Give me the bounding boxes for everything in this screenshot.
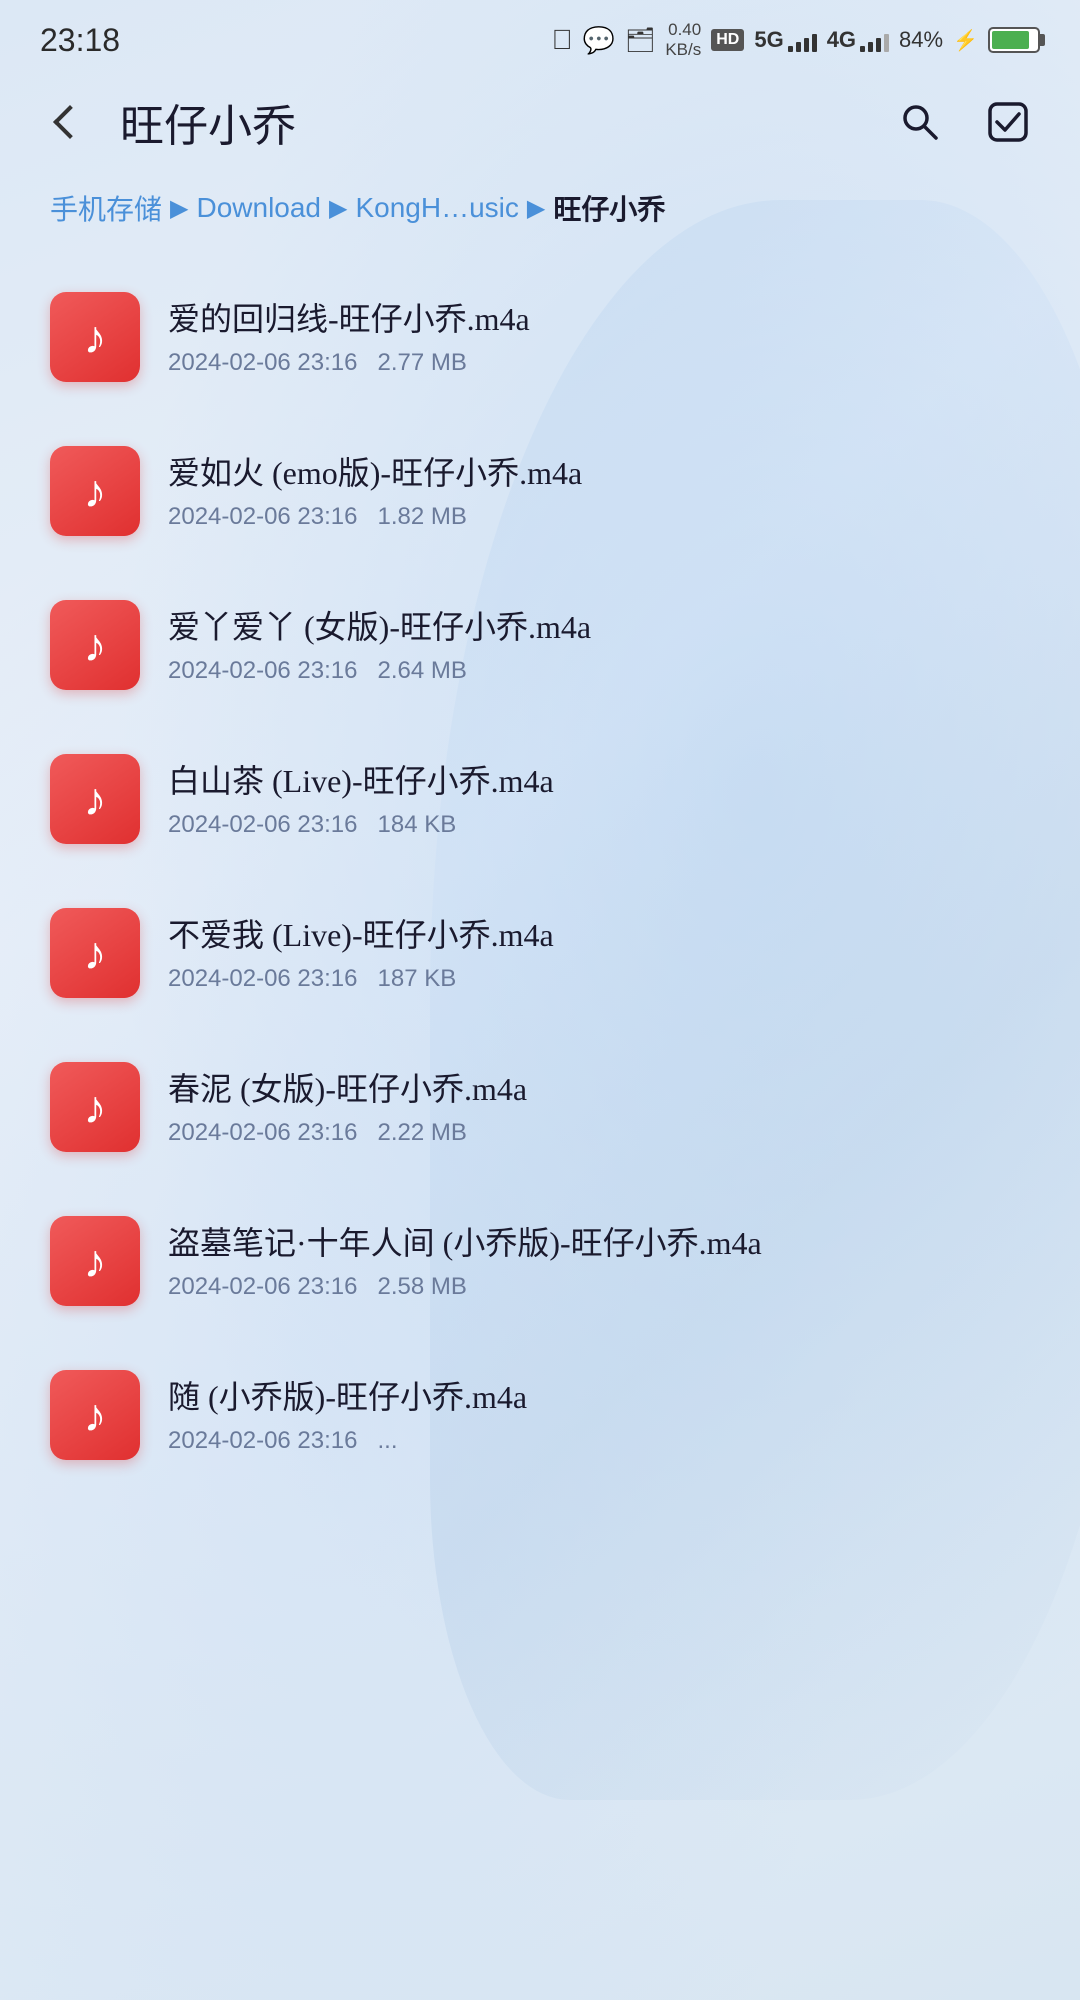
file-name: 不爱我 (Live)-旺仔小乔.m4a (168, 913, 1030, 958)
file-info: 随 (小乔版)-旺仔小乔.m4a 2024-02-06 23:16 ... (168, 1375, 1030, 1456)
file-item[interactable]: ♪ 爱丫爱丫 (女版)-旺仔小乔.m4a 2024-02-06 23:16 2.… (30, 572, 1050, 718)
search-button[interactable] (888, 90, 952, 154)
back-button[interactable] (40, 92, 100, 152)
file-icon: ♪ (50, 1370, 140, 1460)
file-info: 爱的回归线-旺仔小乔.m4a 2024-02-06 23:16 2.77 MB (168, 297, 1030, 378)
file-icon: ♪ (50, 1216, 140, 1306)
battery-percentage: 84% (899, 27, 943, 53)
file-item[interactable]: ♪ 爱如火 (emo版)-旺仔小乔.m4a 2024-02-06 23:16 1… (30, 418, 1050, 564)
file-item[interactable]: ♪ 随 (小乔版)-旺仔小乔.m4a 2024-02-06 23:16 ... (30, 1342, 1050, 1488)
5g-bars (788, 28, 817, 52)
breadcrumb-separator-2: ▶ (329, 194, 347, 223)
breadcrumb-current: 旺仔小乔 (553, 188, 665, 228)
file-icon: ♪ (50, 1062, 140, 1152)
file-icon: ♪ (50, 754, 140, 844)
music-note-icon: ♪ (84, 1080, 107, 1134)
file-meta: 2024-02-06 23:16 2.22 MB (168, 1119, 1030, 1147)
file-icon: ♪ (50, 908, 140, 998)
wechat-icon: 💬 (582, 25, 614, 56)
5g-signal: 5G (754, 27, 816, 53)
file-item[interactable]: ♪ 盗墓笔记·十年人间 (小乔版)-旺仔小乔.m4a 2024-02-06 23… (30, 1188, 1050, 1334)
music-note-icon: ♪ (84, 772, 107, 826)
battery-icon (988, 27, 1040, 53)
back-chevron-icon (53, 105, 87, 139)
file-name: 爱丫爱丫 (女版)-旺仔小乔.m4a (168, 605, 1030, 650)
file-meta: 2024-02-06 23:16 2.58 MB (168, 1273, 1030, 1301)
status-time: 23:18 (40, 22, 120, 59)
file-name: 随 (小乔版)-旺仔小乔.m4a (168, 1375, 1030, 1420)
header: 旺仔小乔 (0, 72, 1080, 172)
file-info: 爱丫爱丫 (女版)-旺仔小乔.m4a 2024-02-06 23:16 2.64… (168, 605, 1030, 686)
file-name: 白山茶 (Live)-旺仔小乔.m4a (168, 759, 1030, 804)
charging-icon: ⚡ (953, 28, 978, 53)
file-item[interactable]: ♪ 春泥 (女版)-旺仔小乔.m4a 2024-02-06 23:16 2.22… (30, 1034, 1050, 1180)
hd-badge: HD (711, 29, 744, 51)
music-note-icon: ♪ (84, 310, 107, 364)
page-title: 旺仔小乔 (120, 90, 888, 154)
file-meta: 2024-02-06 23:16 ... (168, 1427, 1030, 1455)
breadcrumb: 手机存储 ▶ Download ▶ KongH…usic ▶ 旺仔小乔 (0, 172, 1080, 244)
5g-label: 5G (754, 27, 783, 53)
file-info: 春泥 (女版)-旺仔小乔.m4a 2024-02-06 23:16 2.22 M… (168, 1067, 1030, 1148)
header-actions (888, 90, 1040, 154)
4g-signal: 4G (827, 27, 889, 53)
file-list: ♪ 爱的回归线-旺仔小乔.m4a 2024-02-06 23:16 2.77 M… (0, 264, 1080, 1488)
file-name: 盗墓笔记·十年人间 (小乔版)-旺仔小乔.m4a (168, 1221, 1030, 1266)
file-icon: ♪ (50, 600, 140, 690)
file-meta: 2024-02-06 23:16 184 KB (168, 811, 1030, 839)
select-button[interactable] (976, 90, 1040, 154)
breadcrumb-item-storage[interactable]: 手机存储 (50, 188, 162, 228)
wechat-icon:  (551, 24, 572, 56)
file-info: 不爱我 (Live)-旺仔小乔.m4a 2024-02-06 23:16 187… (168, 913, 1030, 994)
file-meta: 2024-02-06 23:16 2.77 MB (168, 349, 1030, 377)
music-note-icon: ♪ (84, 1388, 107, 1442)
music-note-icon: ♪ (84, 926, 107, 980)
file-meta: 2024-02-06 23:16 187 KB (168, 965, 1030, 993)
4g-bars (860, 28, 889, 52)
music-note-icon: ♪ (84, 618, 107, 672)
notification-icon: 🗂 (625, 26, 655, 55)
breadcrumb-item-download[interactable]: Download (196, 192, 321, 224)
file-info: 盗墓笔记·十年人间 (小乔版)-旺仔小乔.m4a 2024-02-06 23:1… (168, 1221, 1030, 1302)
file-icon: ♪ (50, 292, 140, 382)
file-meta: 2024-02-06 23:16 1.82 MB (168, 503, 1030, 531)
file-name: 爱的回归线-旺仔小乔.m4a (168, 297, 1030, 342)
breadcrumb-item-kongmusic[interactable]: KongH…usic (355, 192, 518, 224)
file-item[interactable]: ♪ 不爱我 (Live)-旺仔小乔.m4a 2024-02-06 23:16 1… (30, 880, 1050, 1026)
status-bar: 23:18  💬 🗂 0.40 KB/s HD 5G (0, 0, 1080, 72)
file-info: 白山茶 (Live)-旺仔小乔.m4a 2024-02-06 23:16 184… (168, 759, 1030, 840)
file-name: 春泥 (女版)-旺仔小乔.m4a (168, 1067, 1030, 1112)
file-item[interactable]: ♪ 白山茶 (Live)-旺仔小乔.m4a 2024-02-06 23:16 1… (30, 726, 1050, 872)
4g-label: 4G (827, 27, 856, 53)
breadcrumb-separator-1: ▶ (170, 194, 188, 223)
music-note-icon: ♪ (84, 464, 107, 518)
file-info: 爱如火 (emo版)-旺仔小乔.m4a 2024-02-06 23:16 1.8… (168, 451, 1030, 532)
search-icon (898, 100, 942, 144)
file-name: 爱如火 (emo版)-旺仔小乔.m4a (168, 451, 1030, 496)
file-icon: ♪ (50, 446, 140, 536)
status-icons:  💬 🗂 0.40 KB/s HD 5G 4G (551, 20, 1040, 61)
file-item[interactable]: ♪ 爱的回归线-旺仔小乔.m4a 2024-02-06 23:16 2.77 M… (30, 264, 1050, 410)
checkbox-icon (986, 100, 1030, 144)
breadcrumb-separator-3: ▶ (527, 194, 545, 223)
music-note-icon: ♪ (84, 1234, 107, 1288)
network-speed: 0.40 KB/s (665, 20, 701, 61)
file-meta: 2024-02-06 23:16 2.64 MB (168, 657, 1030, 685)
